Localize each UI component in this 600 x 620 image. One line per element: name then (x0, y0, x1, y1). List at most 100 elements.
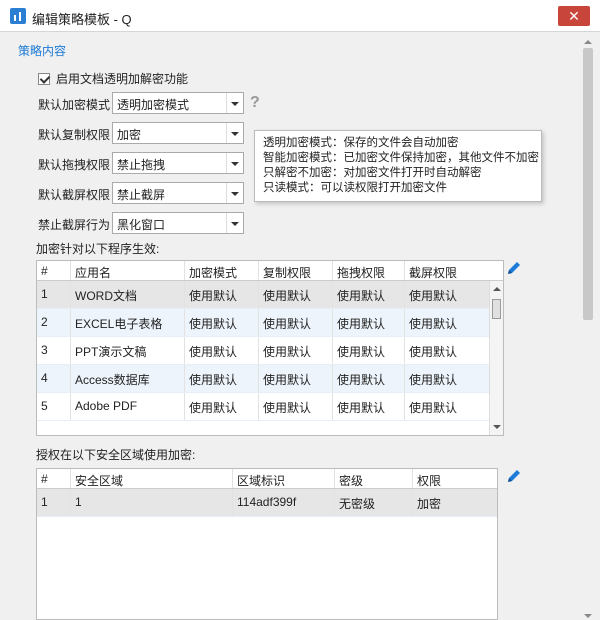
cell: 1 (37, 281, 71, 308)
cell: 使用默认 (409, 289, 458, 303)
encrypt-mode-select[interactable]: 透明加密模式 (112, 92, 244, 114)
cell: 使用默认 (333, 281, 405, 308)
table-header: # 安全区域 区域标识 密级 权限 (37, 469, 497, 489)
cell: 使用默认 (259, 365, 333, 392)
cell: Access数据库 (71, 365, 185, 392)
cell: 3 (37, 337, 71, 364)
content-area: 策略内容 启用文档透明加解密功能 默认加密模式 透明加密模式 ? 默认复制权限 … (8, 32, 576, 620)
scroll-down-icon[interactable] (493, 425, 501, 429)
column-header[interactable]: 区域标识 (233, 469, 335, 488)
column-header[interactable]: 密级 (335, 469, 413, 488)
encrypt-mode-tooltip: 透明加密模式：保存的文件会自动加密 智能加密模式：已加密文件保持加密，其他文件不… (254, 130, 542, 202)
transparent-encrypt-checkbox-row[interactable]: 启用文档透明加解密功能 (38, 70, 188, 87)
transparent-encrypt-checkbox[interactable] (38, 72, 50, 85)
tooltip-line: 透明加密模式：保存的文件会自动加密 (263, 137, 459, 149)
scroll-up-icon[interactable] (493, 287, 501, 291)
scroll-up-icon[interactable] (584, 40, 592, 44)
cell: 114adf399f (233, 489, 335, 516)
cell: 5 (37, 393, 71, 420)
window-title: 编辑策略模板 - Q (32, 12, 132, 27)
copy-permission-select[interactable]: 加密 (112, 122, 244, 144)
column-header[interactable]: 截屏权限 (405, 261, 489, 280)
cell: 1 (37, 489, 71, 516)
screenshot-permission-select[interactable]: 禁止截屏 (112, 182, 244, 204)
cell: 使用默认 (259, 281, 333, 308)
column-header[interactable]: # (37, 469, 71, 488)
tooltip-line: 只解密不加密：对加密文件打开时自动解密 (263, 167, 482, 179)
main-scrollbar[interactable] (582, 40, 594, 618)
screenshot-behavior-value: 黑化窗口 (117, 218, 166, 232)
column-header[interactable]: # (37, 261, 71, 280)
cell: EXCEL电子表格 (71, 309, 185, 336)
scroll-thumb[interactable] (492, 299, 501, 319)
title-bar: 编辑策略模板 - Q ✕ (0, 0, 600, 32)
cell: 使用默认 (185, 365, 259, 392)
column-header[interactable]: 复制权限 (259, 261, 333, 280)
table-row[interactable]: 1 1 114adf399f 无密级 加密 (37, 489, 497, 517)
cell: 使用默认 (409, 345, 458, 359)
cell: 使用默认 (185, 281, 259, 308)
table-row[interactable]: 2 EXCEL电子表格 使用默认 使用默认 使用默认 使用默认 (37, 309, 503, 337)
column-header[interactable]: 拖拽权限 (333, 261, 405, 280)
chevron-down-icon (231, 162, 239, 166)
screenshot-behavior-select[interactable]: 黑化窗口 (112, 212, 244, 234)
encrypt-mode-value: 透明加密模式 (117, 98, 190, 112)
screenshot-permission-label: 默认截屏权限 (38, 188, 111, 202)
chevron-down-icon (231, 192, 239, 196)
copy-permission-label: 默认复制权限 (38, 128, 111, 142)
cell: 1 (71, 489, 233, 516)
cell: Adobe PDF (71, 393, 185, 420)
column-header[interactable]: 应用名 (71, 261, 185, 280)
column-header[interactable]: 安全区域 (71, 469, 233, 488)
scroll-down-icon[interactable] (584, 614, 592, 618)
edit-programs-pencil-icon[interactable] (506, 260, 522, 276)
cell: 使用默认 (333, 393, 405, 420)
cell: 加密 (417, 497, 442, 511)
cell: 2 (37, 309, 71, 336)
table-header: # 应用名 加密模式 复制权限 拖拽权限 截屏权限 (37, 261, 503, 281)
chevron-down-icon (231, 102, 239, 106)
cell: 使用默认 (259, 393, 333, 420)
column-header[interactable]: 权限 (413, 469, 497, 488)
help-icon[interactable]: ? (250, 94, 260, 112)
cell: 使用默认 (259, 337, 333, 364)
edit-zones-pencil-icon[interactable] (506, 468, 522, 484)
table-row[interactable]: 3 PPT演示文稿 使用默认 使用默认 使用默认 使用默认 (37, 337, 503, 365)
scroll-thumb[interactable] (583, 48, 593, 320)
copy-permission-value: 加密 (117, 128, 142, 142)
program-table-title: 加密针对以下程序生效: (36, 242, 160, 256)
cell: 使用默认 (185, 393, 259, 420)
cell: 使用默认 (409, 317, 458, 331)
cell: 使用默认 (333, 365, 405, 392)
cell: 无密级 (335, 489, 413, 516)
tooltip-line: 智能加密模式：已加密文件保持加密，其他文件不加密 (263, 152, 539, 164)
cell: PPT演示文稿 (71, 337, 185, 364)
encrypt-mode-label: 默认加密模式 (38, 98, 111, 112)
drag-permission-select[interactable]: 禁止拖拽 (112, 152, 244, 174)
table-row[interactable]: 1 WORD文档 使用默认 使用默认 使用默认 使用默认 (37, 281, 503, 309)
chevron-down-icon (231, 222, 239, 226)
table-row[interactable]: 5 Adobe PDF 使用默认 使用默认 使用默认 使用默认 (37, 393, 503, 421)
cell: 使用默认 (185, 309, 259, 336)
cell: WORD文档 (71, 281, 185, 308)
cell: 使用默认 (333, 309, 405, 336)
section-title: 策略内容 (18, 44, 67, 58)
zone-table-title: 授权在以下安全区域使用加密: (36, 448, 196, 462)
cell: 使用默认 (409, 401, 458, 415)
column-header[interactable]: 加密模式 (185, 261, 259, 280)
app-icon (10, 8, 26, 24)
cell: 4 (37, 365, 71, 392)
program-table-scrollbar[interactable] (489, 281, 503, 435)
tooltip-line: 只读模式：可以读权限打开加密文件 (263, 182, 447, 194)
chevron-down-icon (231, 132, 239, 136)
cell: 使用默认 (259, 309, 333, 336)
cell: 使用默认 (409, 373, 458, 387)
drag-permission-value: 禁止拖拽 (117, 158, 166, 172)
program-table: # 应用名 加密模式 复制权限 拖拽权限 截屏权限 1 WORD文档 使用默认 … (36, 260, 504, 436)
table-row[interactable]: 4 Access数据库 使用默认 使用默认 使用默认 使用默认 (37, 365, 503, 393)
cell: 使用默认 (185, 337, 259, 364)
zone-table: # 安全区域 区域标识 密级 权限 1 1 114adf399f 无密级 加密 (36, 468, 498, 620)
close-button[interactable]: ✕ (558, 6, 590, 26)
screenshot-behavior-label: 禁止截屏行为 (38, 218, 111, 232)
transparent-encrypt-label: 启用文档透明加解密功能 (56, 72, 189, 86)
